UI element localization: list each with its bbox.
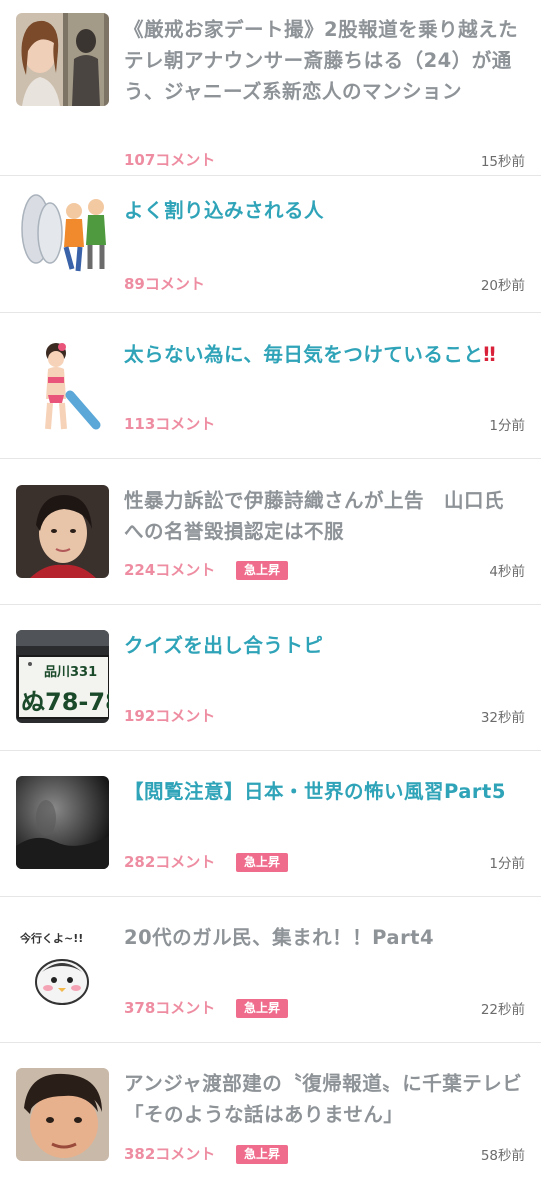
topic-meta: 382コメント 急上昇 58秒前 <box>124 1143 525 1165</box>
trending-badge: 急上昇 <box>236 561 289 580</box>
topic-title[interactable]: 太らない為に、毎日気をつけていること‼ <box>124 339 523 370</box>
topic-title[interactable]: 《厳戒お家デート撮》2股報道を乗り越えたテレ朝アナウンサー斎藤ちはる（24）が通… <box>124 14 523 107</box>
comment-count: 382コメント <box>124 1145 216 1163</box>
topic-title[interactable]: 【閲覧注意】日本・世界の怖い風習Part5 <box>124 776 523 807</box>
topic-thumbnail[interactable] <box>16 339 109 432</box>
sticker-caption-text: 今行くよ~!! <box>19 931 83 945</box>
topic-thumbnail[interactable] <box>16 1068 109 1161</box>
trending-badge: 急上昇 <box>236 853 289 872</box>
topic-thumbnail[interactable]: 品川331 ぬ78-78 <box>16 630 109 723</box>
topic-title[interactable]: よく割り込みされる人 <box>124 195 523 226</box>
timestamp: 4秒前 <box>489 564 525 580</box>
topic-meta: 378コメント 急上昇 22秒前 <box>124 997 525 1019</box>
topic-item[interactable]: 品川331 ぬ78-78 クイズを出し合うトピ 192コメント 32秒前 <box>0 605 541 751</box>
topic-item[interactable]: 今行くよ~!! 20代のガル民、集まれ！！Part4 378コメント 急上昇 2… <box>0 897 541 1043</box>
topic-title[interactable]: 性暴力訴訟で伊藤詩織さんが上告 山口氏への名誉毀損認定は不服 <box>124 485 523 547</box>
topic-thumbnail[interactable] <box>16 189 109 282</box>
topic-thumbnail[interactable] <box>16 13 109 106</box>
topic-item[interactable]: 性暴力訴訟で伊藤詩織さんが上告 山口氏への名誉毀損認定は不服 224コメント 急… <box>0 459 541 605</box>
plate-region-text: 品川331 <box>44 665 97 680</box>
comment-count: 107コメント <box>124 151 216 169</box>
topic-meta: 107コメント 15秒前 <box>124 149 525 171</box>
trending-badge: 急上昇 <box>236 999 289 1018</box>
plate-number-text: ぬ78-78 <box>21 688 109 716</box>
comment-count: 89コメント <box>124 275 205 293</box>
comment-count: 378コメント <box>124 999 216 1017</box>
topic-item[interactable]: アンジャ渡部建の〝復帰報道〟に千葉テレビ「そのような話はありません」 382コメ… <box>0 1043 541 1189</box>
topic-title[interactable]: アンジャ渡部建の〝復帰報道〟に千葉テレビ「そのような話はありません」 <box>124 1068 523 1130</box>
timestamp: 1分前 <box>489 418 525 434</box>
topic-meta: 113コメント 1分前 <box>124 413 525 435</box>
topic-title[interactable]: クイズを出し合うトピ <box>124 630 523 661</box>
timestamp: 15秒前 <box>480 154 525 170</box>
topic-item[interactable]: よく割り込みされる人 89コメント 20秒前 <box>0 176 541 313</box>
comment-count: 224コメント <box>124 561 216 579</box>
exclamation-icon: ‼ <box>483 343 497 366</box>
topic-meta: 224コメント 急上昇 4秒前 <box>124 559 525 581</box>
topic-meta: 192コメント 32秒前 <box>124 705 525 727</box>
comment-count: 113コメント <box>124 415 216 433</box>
timestamp: 1分前 <box>489 856 525 872</box>
topic-thumbnail[interactable] <box>16 776 109 869</box>
timestamp: 20秒前 <box>480 278 525 294</box>
topic-list: 《厳戒お家デート撮》2股報道を乗り越えたテレ朝アナウンサー斎藤ちはる（24）が通… <box>0 10 541 1189</box>
topic-meta: 282コメント 急上昇 1分前 <box>124 851 525 873</box>
topic-thumbnail[interactable] <box>16 485 109 578</box>
topic-item[interactable]: 【閲覧注意】日本・世界の怖い風習Part5 282コメント 急上昇 1分前 <box>0 751 541 897</box>
timestamp: 58秒前 <box>480 1148 525 1164</box>
topic-title[interactable]: 20代のガル民、集まれ！！Part4 <box>124 922 523 953</box>
comment-count: 192コメント <box>124 707 216 725</box>
topic-thumbnail[interactable]: 今行くよ~!! <box>16 922 109 1015</box>
topic-title-text: 太らない為に、毎日気をつけていること <box>124 343 484 366</box>
trending-badge: 急上昇 <box>236 1145 289 1164</box>
topic-item[interactable]: 《厳戒お家デート撮》2股報道を乗り越えたテレ朝アナウンサー斎藤ちはる（24）が通… <box>0 10 541 176</box>
topic-item[interactable]: 太らない為に、毎日気をつけていること‼ 113コメント 1分前 <box>0 313 541 459</box>
comment-count: 282コメント <box>124 853 216 871</box>
timestamp: 22秒前 <box>480 1002 525 1018</box>
timestamp: 32秒前 <box>480 710 525 726</box>
topic-meta: 89コメント 20秒前 <box>124 273 525 295</box>
